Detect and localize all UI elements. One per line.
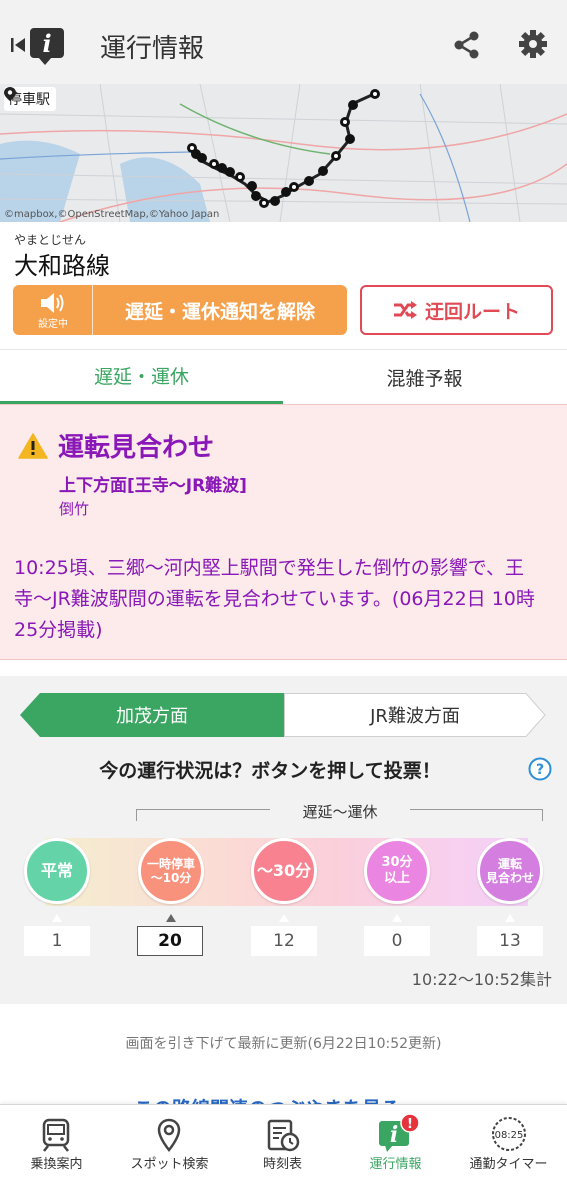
nav-label: 乗換案内 (30, 1157, 83, 1172)
vote-count-under-10min: 20 (137, 926, 203, 956)
warning-icon (18, 433, 48, 463)
direction-tab-kamo-label: 加茂方面 (116, 706, 188, 727)
map-credit: ©mapbox,©OpenStreetMap,©Yahoo Japan (4, 209, 220, 220)
vote-question: 今の運行状況は？ボタンを押して投票！ (99, 760, 441, 782)
nav-timetable[interactable]: 時刻表 (226, 1105, 339, 1200)
count-pointer (52, 914, 62, 922)
nav-label: 通勤タイマー (469, 1157, 548, 1172)
vote-count-over-30min: 0 (364, 926, 430, 956)
info-icon: i ! (379, 1113, 420, 1152)
map-pin-icon (4, 87, 16, 101)
info-logo-icon: i (30, 28, 64, 65)
direction-tab-kamo[interactable]: 加茂方面 (20, 693, 284, 737)
nav-label: 時刻表 (262, 1157, 302, 1172)
gear-icon[interactable] (518, 29, 548, 63)
notification-status: 設定中 (38, 319, 68, 330)
alert-heading: 運転見合わせ (58, 433, 215, 463)
vote-button-suspended[interactable]: 運転 見合わせ (477, 838, 543, 904)
vote-count-normal: 1 (24, 926, 90, 956)
vote-button-under-30min[interactable]: 〜30分 (251, 838, 317, 904)
detour-route-button[interactable]: 迂回ルート (360, 285, 553, 335)
service-alert: 運転見合わせ 上下方面[王寺〜JR難波] 倒竹 10:25頃、三郷〜河内堅上駅間… (0, 404, 567, 660)
count-pointer (505, 914, 515, 922)
vote-button-over-30min[interactable]: 30分 以上 (364, 838, 430, 904)
alert-cause: 倒竹 (59, 500, 90, 518)
page-title: 運行情報 (100, 34, 205, 64)
vote-period: 10:22〜10:52集計 (411, 970, 552, 989)
map-legend: 停車駅 (4, 87, 56, 111)
alert-direction: 上下方面[王寺〜JR難波] (59, 476, 247, 496)
nav-spot-search[interactable]: スポット検索 (113, 1105, 226, 1200)
route-map[interactable]: 停車駅 ©mapbox,©OpenStreetMap,©Yahoo Japan (0, 84, 567, 222)
timer-readout: 08:25 (495, 1130, 524, 1141)
share-icon[interactable] (452, 30, 482, 64)
delay-bracket-label: 遅延〜運休 (270, 801, 410, 822)
nav-label: スポット検索 (130, 1157, 209, 1172)
timer-icon: 08:25 (492, 1117, 526, 1151)
help-icon[interactable]: ? (528, 757, 552, 785)
timetable-icon (267, 1119, 300, 1152)
nav-transfer[interactable]: 乗換案内 (0, 1105, 113, 1200)
alert-badge: ! (407, 1117, 413, 1132)
map-pin-icon (157, 1118, 181, 1152)
svg-text:?: ? (536, 762, 544, 778)
direction-tab-jr-namba[interactable]: JR難波方面 (284, 693, 546, 737)
vote-button-under-10min[interactable]: 一時停車 〜10分 (138, 838, 204, 904)
tab-delay[interactable]: 遅延・運休 (0, 350, 283, 405)
nav-label: 運行情報 (369, 1157, 422, 1172)
detour-label: 迂回ルート (424, 300, 520, 323)
direction-tab-jr-namba-label: JR難波方面 (370, 706, 460, 727)
count-pointer-selected (166, 914, 176, 922)
vote-count-under-30min: 12 (251, 926, 317, 956)
bottom-navigation: 乗換案内 スポット検索 時刻表 i ! 運行情報 08:25 通勤タイマー (0, 1104, 567, 1200)
vote-count-suspended: 13 (477, 926, 543, 956)
count-pointer (392, 914, 402, 922)
alert-description: 10:25頃、三郷〜河内堅上駅間で発生した倒竹の影響で、王寺〜JR難波駅間の運転… (14, 557, 535, 641)
tab-congestion[interactable]: 混雑予報 (283, 350, 566, 405)
train-icon (42, 1118, 70, 1152)
detour-icon (393, 301, 417, 319)
unsubscribe-notification-button[interactable]: 設定中 遅延・運休通知を解除 (13, 285, 347, 335)
refresh-note: 画面を引き下げて最新に更新(6月22日10:52更新) (125, 1036, 442, 1052)
back-icon[interactable] (10, 36, 28, 58)
nav-service-info[interactable]: i ! 運行情報 (339, 1105, 452, 1200)
count-pointer (279, 914, 289, 922)
info-tabs: 遅延・運休 混雑予報 (0, 349, 567, 405)
speaker-icon: 設定中 (13, 285, 93, 335)
svg-text:i: i (390, 1122, 398, 1148)
unsubscribe-label: 遅延・運休通知を解除 (124, 300, 315, 323)
vote-button-normal[interactable]: 平常 (24, 838, 90, 904)
line-name: 大和路線 (14, 252, 110, 280)
nav-commute-timer[interactable]: 08:25 通勤タイマー (452, 1105, 565, 1200)
app-bar: i 運行情報 (0, 0, 567, 88)
